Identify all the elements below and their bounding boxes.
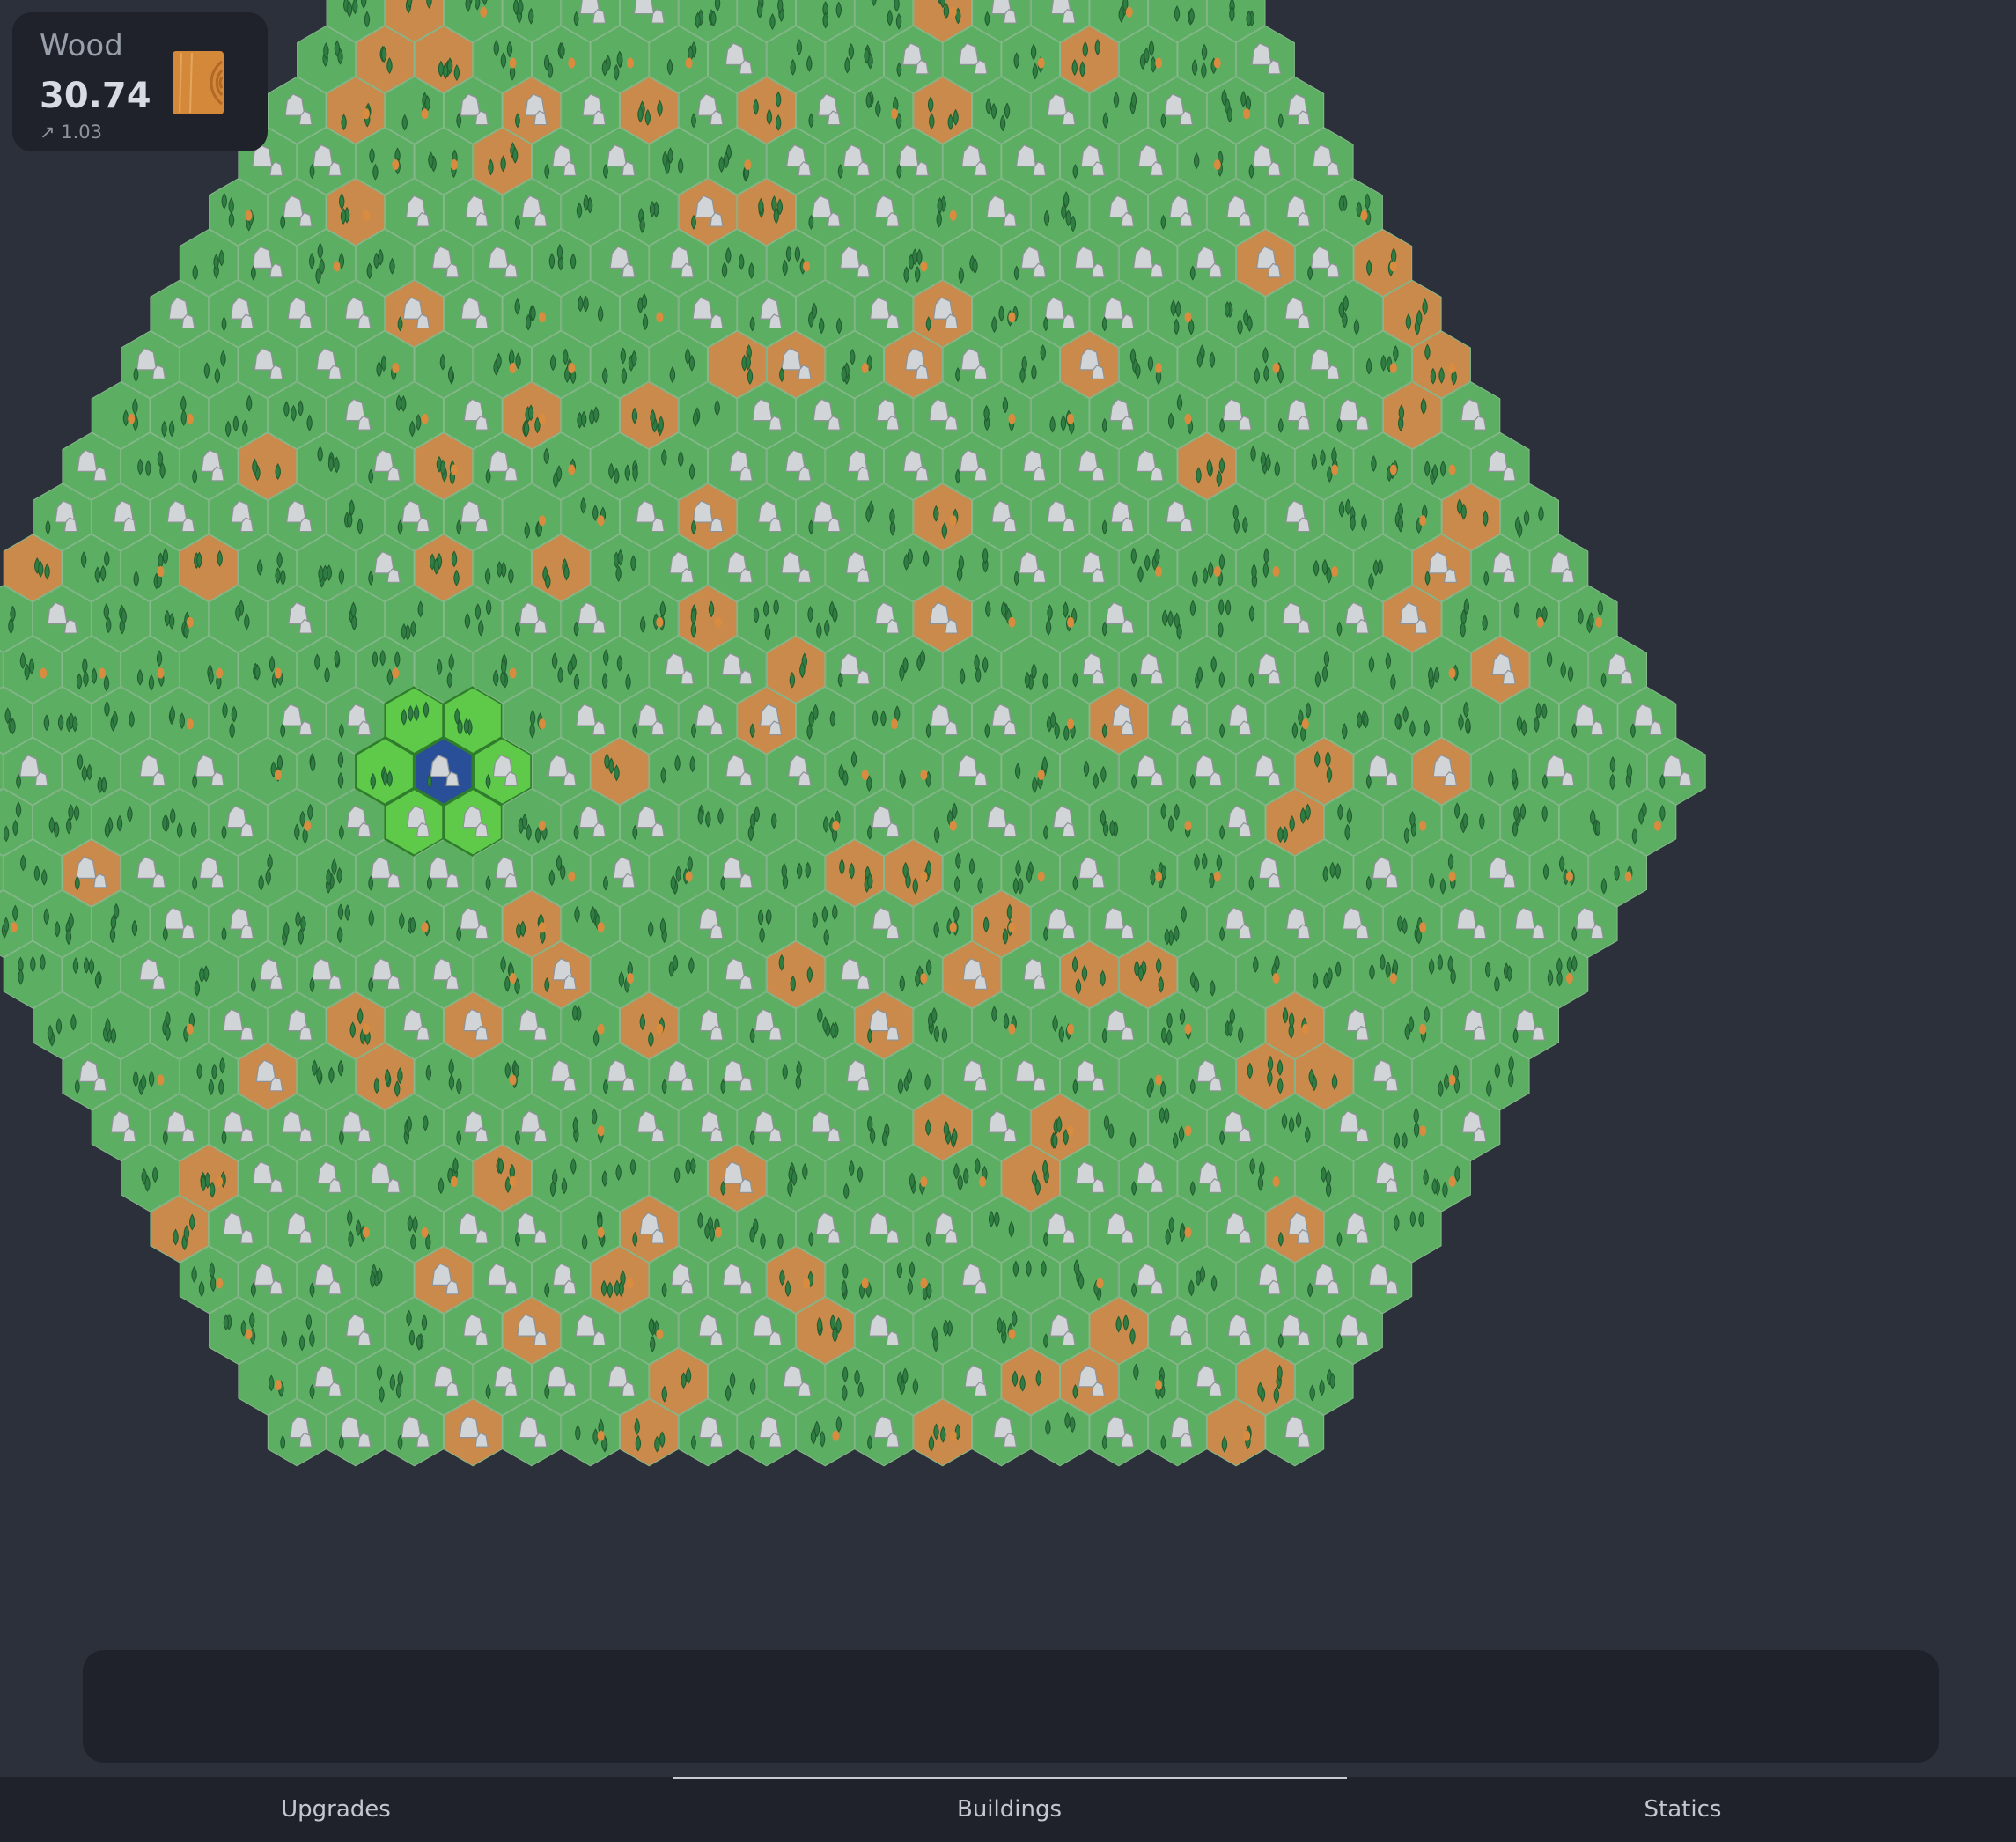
tab-buildings[interactable]: Buildings xyxy=(673,1777,1345,1842)
resource-card-wood: Wood 30.74 ↗ 1.03 xyxy=(12,12,268,151)
tab-upgrades[interactable]: Upgrades xyxy=(0,1777,672,1842)
building-panel xyxy=(83,1650,1939,1763)
resource-rate: ↗ 1.03 xyxy=(40,122,103,143)
resource-name: Wood xyxy=(40,28,123,63)
wood-log-icon xyxy=(173,51,224,114)
bottom-tab-bar: Upgrades Buildings Statics xyxy=(0,1777,2016,1842)
hex-map[interactable] xyxy=(0,0,2016,1842)
tab-statics[interactable]: Statics xyxy=(1347,1777,2016,1842)
resource-value: 30.74 xyxy=(40,76,151,116)
